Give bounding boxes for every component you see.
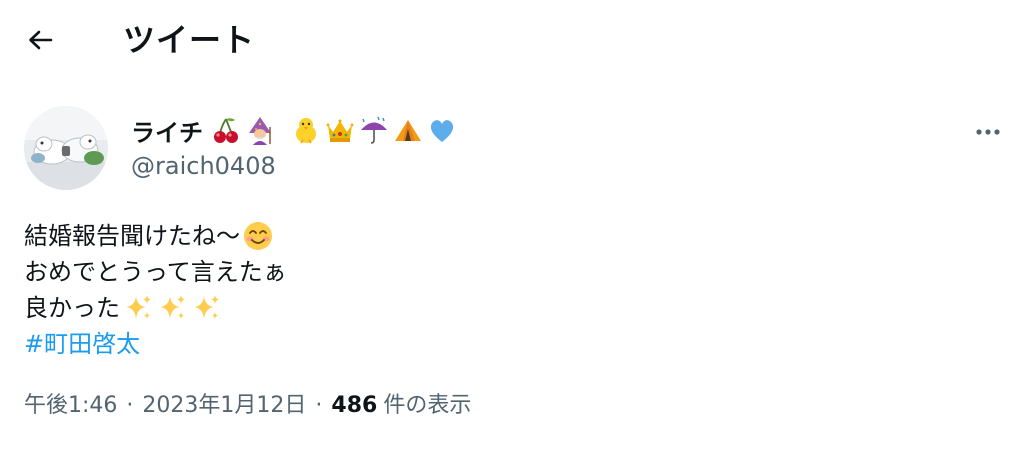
tweet-line-text: 良かった	[24, 294, 120, 322]
display-name-text: ライチ	[131, 118, 203, 147]
sparkles-icon	[190, 292, 222, 324]
sparkles-icon	[156, 292, 188, 324]
tweet-line: #町田啓太	[24, 326, 924, 362]
meta-separator: ·	[315, 393, 323, 418]
more-button[interactable]	[966, 114, 1010, 146]
user-handle[interactable]: @raich0408	[131, 150, 276, 182]
hashtag-link[interactable]: #町田啓太	[24, 326, 140, 362]
cherries-icon	[211, 115, 241, 145]
tweet-meta: 午後1:46 · 2023年1月12日 · 486 件の表示	[24, 391, 471, 421]
tweet-line: 良かった	[24, 290, 924, 326]
umbrella-rain-icon	[359, 115, 389, 145]
smiling-face-icon	[242, 220, 274, 252]
tweet-line-text: おめでとうって言えたぁ	[24, 258, 287, 286]
tweet-text: 結婚報告聞けたね〜 おめでとうって言えたぁ 良かった #町田啓太	[24, 218, 924, 362]
page-title: ツイート	[123, 21, 256, 59]
tweet-line-text: 結婚報告聞けたね〜	[24, 222, 240, 250]
crown-icon	[325, 115, 355, 145]
baby-chick-icon	[291, 115, 321, 145]
woman-mage-icon	[245, 115, 275, 145]
back-button[interactable]	[22, 26, 58, 58]
views-count[interactable]: 486	[331, 391, 377, 421]
blue-heart-icon	[427, 115, 457, 145]
top-bar: ツイート	[0, 0, 1024, 84]
tweet-line: おめでとうって言えたぁ	[24, 254, 924, 290]
meta-separator: ·	[126, 393, 134, 418]
arrow-left-icon	[27, 29, 53, 55]
tweet-line: 結婚報告聞けたね〜	[24, 218, 924, 254]
views-label: 件の表示	[383, 393, 472, 418]
display-name[interactable]: ライチ	[131, 111, 457, 149]
sparkles-icon	[122, 292, 154, 324]
tweet-page: ツイート ライチ @raich0408 結婚報告聞けたね〜 おめでとうって言えた…	[0, 0, 1024, 449]
tweet-time[interactable]: 午後1:46	[24, 391, 117, 421]
tweet-date[interactable]: 2023年1月12日	[142, 391, 306, 421]
more-horizontal-icon	[975, 121, 1001, 140]
avatar[interactable]	[24, 106, 108, 190]
tent-icon	[393, 115, 423, 145]
